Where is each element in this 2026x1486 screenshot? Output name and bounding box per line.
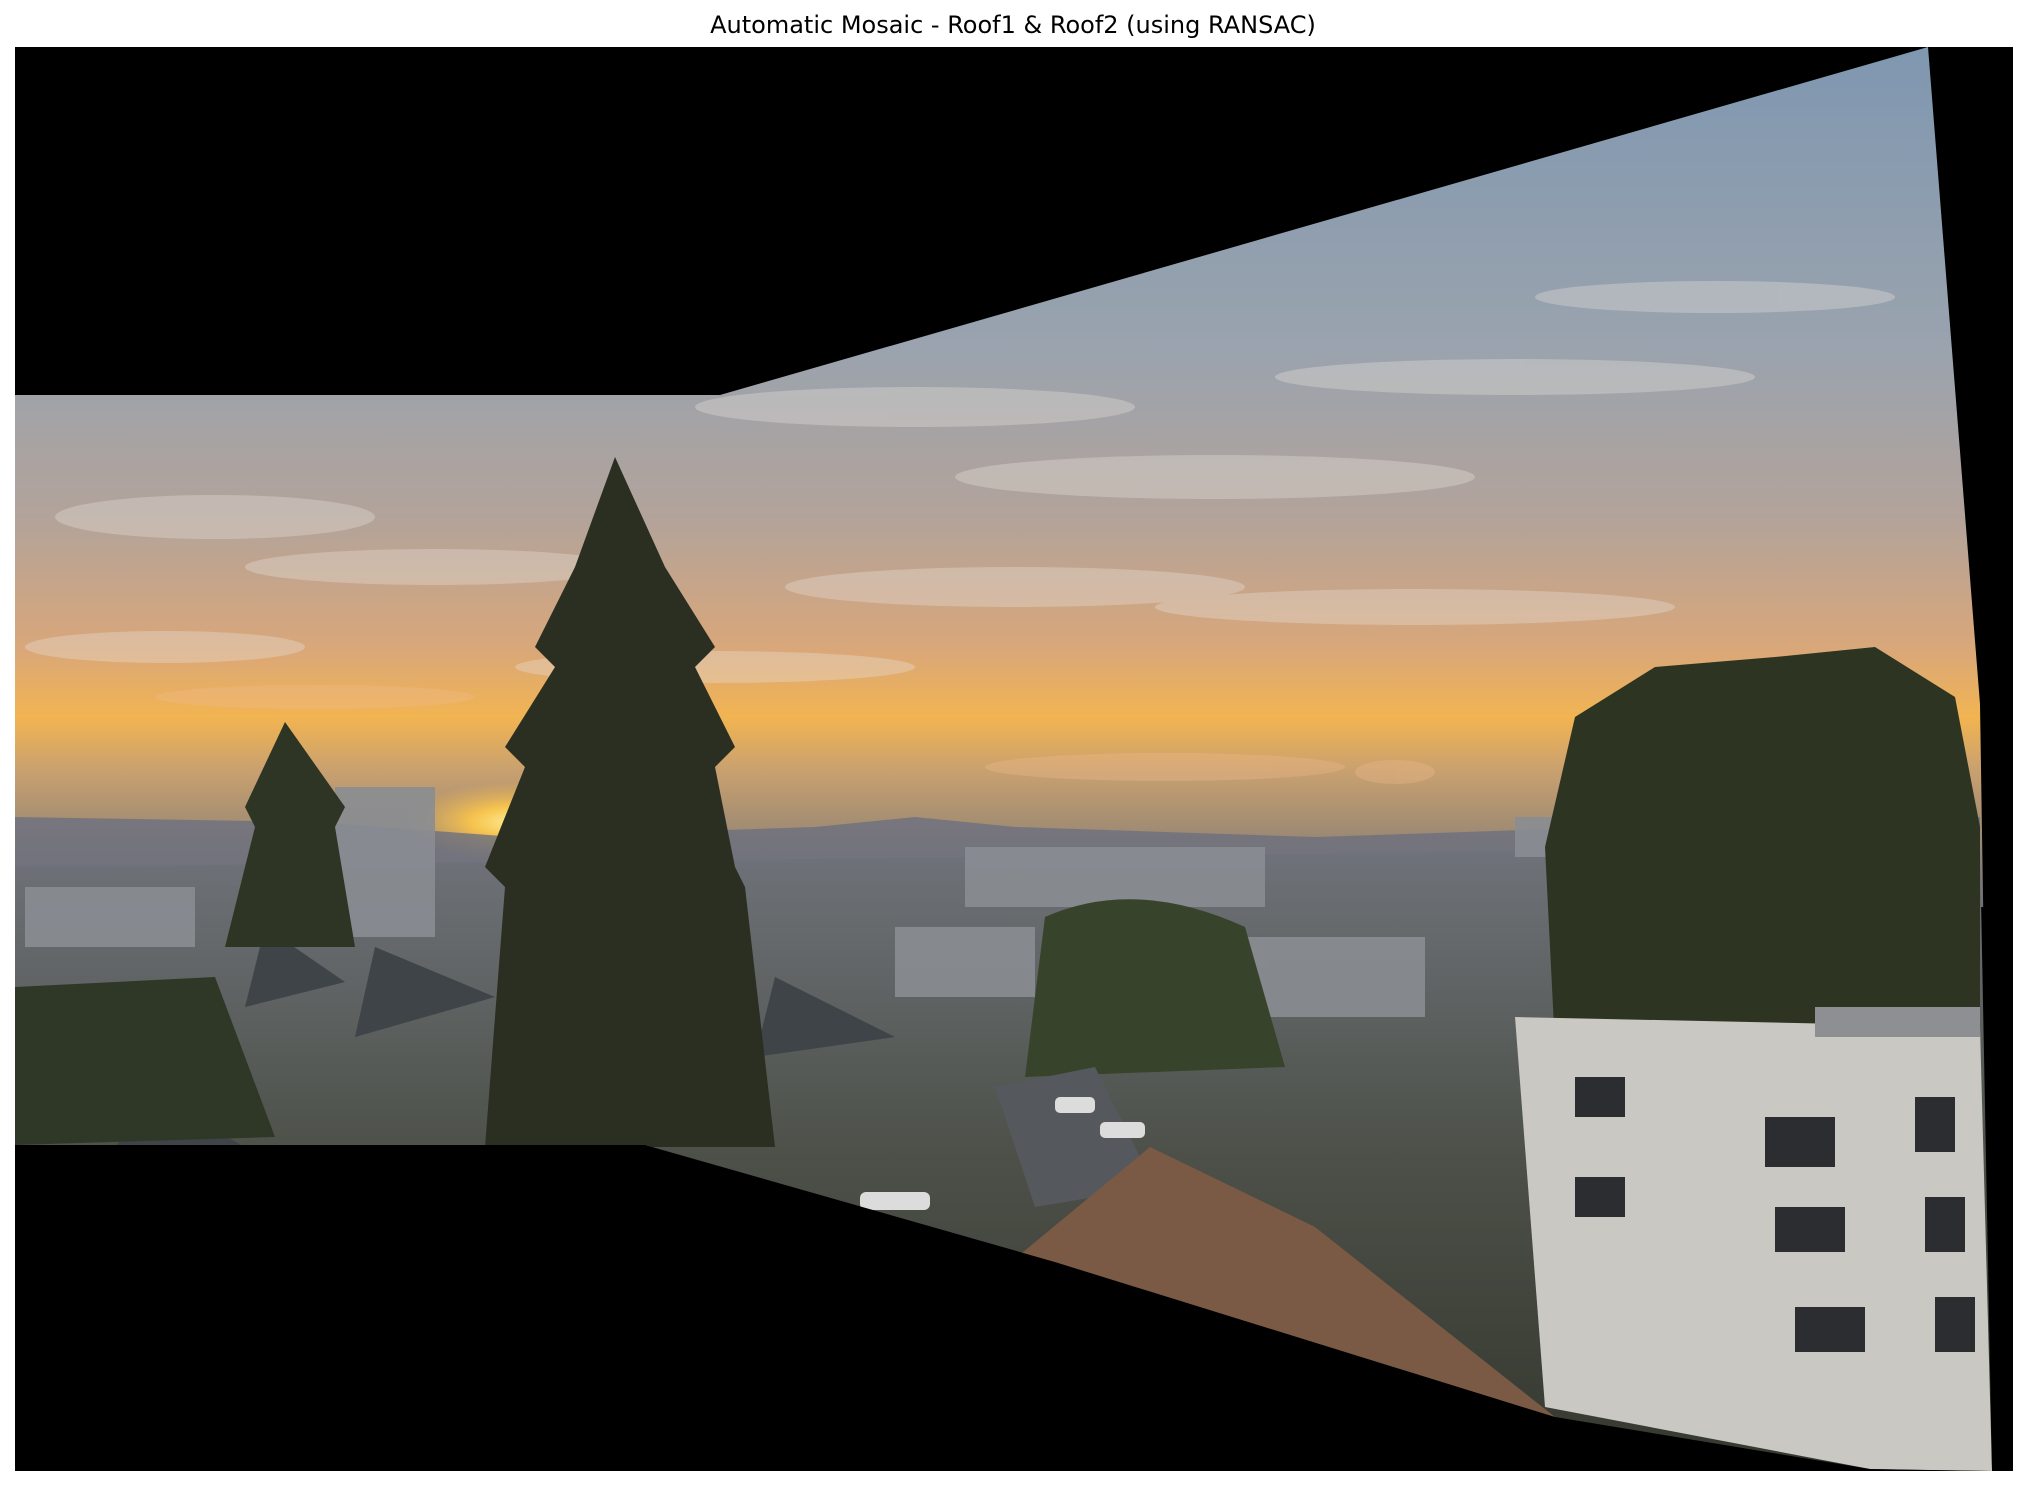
right-trees — [1545, 647, 1980, 1047]
figure-title: Automatic Mosaic - Roof1 & Roof2 (using … — [710, 11, 1316, 39]
mosaic-image — [15, 47, 2013, 1471]
mosaic-image-axes — [15, 47, 2013, 1471]
